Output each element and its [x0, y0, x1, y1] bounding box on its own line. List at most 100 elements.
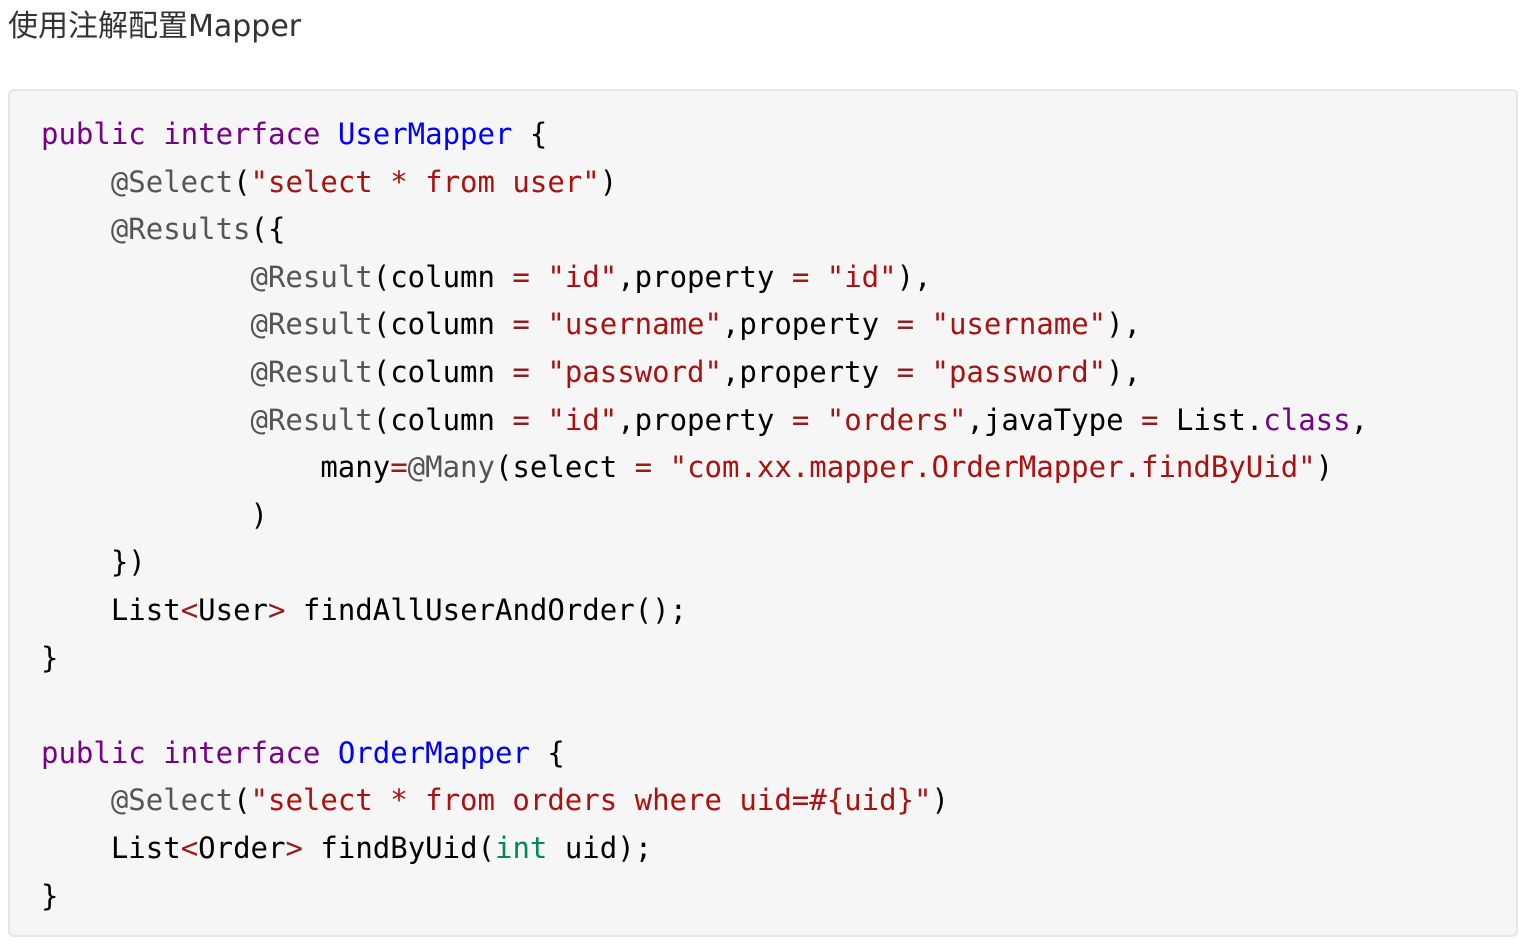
code-text: ,property — [617, 402, 792, 437]
annotation-token: @Result — [250, 307, 373, 342]
code-text: uid); — [547, 830, 653, 865]
code-text: ), — [1106, 354, 1142, 389]
code-text: findAllUserAndOrder(); — [285, 592, 688, 627]
code-line: public interface OrderMapper { — [41, 730, 1368, 778]
operator-token: = — [634, 450, 653, 485]
operator-token: = — [896, 307, 915, 342]
code-text: ,property — [617, 259, 792, 294]
operator-token: = — [512, 354, 530, 389]
string-token: "id" — [826, 259, 897, 294]
string-token: "select * from orders where uid=#{uid}" — [250, 783, 932, 818]
code-text: Order — [198, 830, 286, 865]
annotation-token: @Many — [407, 450, 495, 485]
code-text: findByUid( — [302, 830, 495, 865]
code-text: List — [41, 830, 181, 865]
code-text: (column — [372, 354, 513, 389]
string-token: "orders" — [826, 402, 967, 437]
annotation-token: @Result — [250, 259, 373, 294]
code-line: public interface UserMapper { — [41, 111, 1368, 159]
operator-token: = — [512, 307, 530, 342]
operator-token: = — [791, 259, 810, 294]
code-line: ​ — [41, 682, 1368, 730]
operator-token: = — [512, 402, 530, 437]
code-text: ,property — [721, 354, 897, 389]
operator-token: > — [268, 592, 286, 627]
code-text: } — [41, 640, 59, 675]
string-token: "select * from user" — [250, 164, 600, 199]
operator-token: = — [896, 354, 915, 389]
keyword-token: interface — [163, 117, 321, 151]
keyword-token: public — [41, 117, 146, 151]
code-text: ) — [41, 497, 268, 532]
definition-token: UserMapper — [337, 117, 513, 151]
operator-token: = — [791, 402, 810, 437]
code-line: List<User> findAllUserAndOrder(); — [41, 587, 1368, 635]
code-line: } — [41, 635, 1368, 683]
code-text: ( — [233, 783, 251, 818]
code-line: @Results({ — [41, 206, 1368, 254]
code-text: ({ — [250, 212, 286, 247]
code-text: ) — [1315, 450, 1334, 485]
code-text: (column — [372, 307, 513, 342]
code-text: ( — [233, 164, 251, 199]
annotation-token: @Select — [110, 164, 234, 199]
string-token: "id" — [547, 259, 618, 294]
code-text: List. — [1158, 402, 1264, 437]
code-content: public interface UserMapper { @Select("s… — [41, 111, 1368, 920]
code-text: (column — [372, 402, 513, 437]
annotation-token: @Result — [250, 354, 373, 389]
definition-token: OrderMapper — [337, 735, 530, 770]
code-line: ) — [41, 492, 1368, 540]
code-line: } — [41, 873, 1368, 921]
code-line: @Select("select * from orders where uid=… — [41, 777, 1368, 825]
code-text: } — [41, 878, 59, 913]
string-token: "com.xx.mapper.OrderMapper.findByUid" — [669, 450, 1316, 485]
code-line: @Result(column = "username",property = "… — [41, 301, 1368, 349]
code-text: (select — [494, 450, 635, 485]
code-line: @Result(column = "id",property = "id"), — [41, 254, 1368, 302]
operator-token: = — [390, 450, 408, 485]
operator-token: < — [180, 830, 199, 865]
annotation-token: @Results — [110, 212, 251, 247]
code-text: ) — [931, 783, 949, 818]
code-text: ), — [896, 259, 932, 294]
code-text: ) — [599, 164, 618, 199]
code-line: many=@Many(select = "com.xx.mapper.Order… — [41, 444, 1368, 492]
code-text: List — [41, 592, 181, 627]
type-token: int — [495, 830, 548, 865]
code-text: User — [198, 592, 268, 627]
annotation-token: @Result — [250, 402, 373, 437]
string-token: "password" — [547, 354, 722, 389]
code-line: @Select("select * from user") — [41, 159, 1368, 207]
code-text: , — [1350, 402, 1369, 437]
code-text: ,javaType — [966, 402, 1142, 437]
string-token: "id" — [547, 402, 618, 437]
operator-token: > — [285, 830, 303, 865]
code-line: List<Order> findByUid(int uid); — [41, 825, 1368, 873]
code-text: }) — [41, 545, 146, 580]
page-heading: 使用注解配置Mapper — [8, 9, 302, 44]
code-line: @Result(column = "password",property = "… — [41, 349, 1368, 397]
code-line: }) — [41, 539, 1368, 587]
string-token: "username" — [931, 307, 1107, 342]
code-line: @Result(column = "id",property = "orders… — [41, 397, 1369, 445]
code-text: { — [512, 117, 548, 151]
